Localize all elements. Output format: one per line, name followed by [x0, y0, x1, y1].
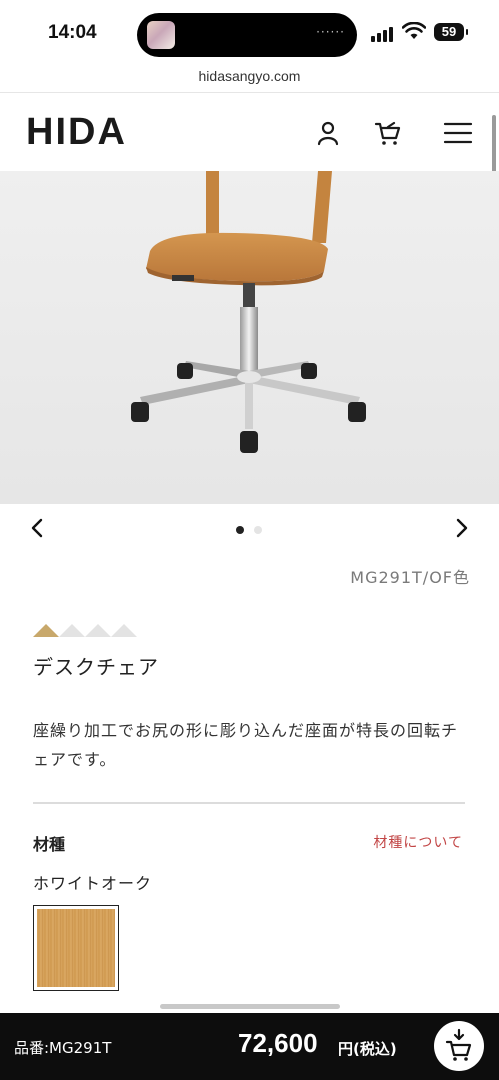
desk-chair-illustration	[0, 171, 499, 504]
product-description: 座繰り加工でお尻の形に彫り込んだ座面が特長の回転チェアです。	[33, 721, 459, 769]
price-unit: 円(税込)	[338, 1040, 397, 1058]
wood-texture	[37, 909, 115, 987]
status-bar: 14:04 ······ 59	[0, 0, 499, 66]
product-code: MG291T/OF色	[350, 568, 470, 587]
add-to-cart-icon	[445, 1028, 472, 1061]
divider	[33, 802, 465, 804]
material-name: ホワイトオーク	[33, 874, 153, 893]
material-info-link[interactable]: 材種について	[373, 832, 463, 852]
material-label: 材種	[33, 835, 66, 854]
account-icon[interactable]	[314, 119, 342, 147]
material-swatch-white-oak[interactable]	[33, 905, 119, 991]
add-to-cart-button[interactable]	[434, 1021, 484, 1071]
cart-icon[interactable]	[374, 119, 402, 147]
purchase-bar: 品番:MG291T 72,600 円(税込)	[0, 1013, 499, 1080]
island-dots: ······	[316, 25, 345, 39]
status-time: 14:04	[48, 22, 97, 43]
signal-icon	[371, 24, 397, 42]
chevron-right-icon[interactable]	[449, 516, 473, 540]
wifi-icon	[402, 22, 426, 39]
rating-triangles	[33, 624, 137, 637]
product-name: デスクチェア	[33, 655, 159, 679]
item-number: 品番:MG291T	[14, 1039, 112, 1057]
dynamic-island[interactable]: ······	[137, 13, 357, 57]
carousel-dot-active[interactable]	[236, 526, 244, 534]
url-bar[interactable]: hidasangyo.com	[0, 62, 499, 90]
carousel-nav	[0, 506, 499, 552]
hida-logo[interactable]: HIDA	[26, 111, 127, 154]
carousel-dot[interactable]	[254, 526, 262, 534]
site-header: HIDA	[0, 93, 499, 171]
home-indicator	[160, 1004, 340, 1009]
battery-icon: 59	[434, 23, 468, 41]
product-image[interactable]	[0, 171, 499, 504]
chevron-left-icon[interactable]	[26, 516, 50, 540]
island-avatar	[147, 21, 175, 49]
price: 72,600	[238, 1028, 318, 1058]
menu-icon[interactable]	[443, 119, 473, 147]
